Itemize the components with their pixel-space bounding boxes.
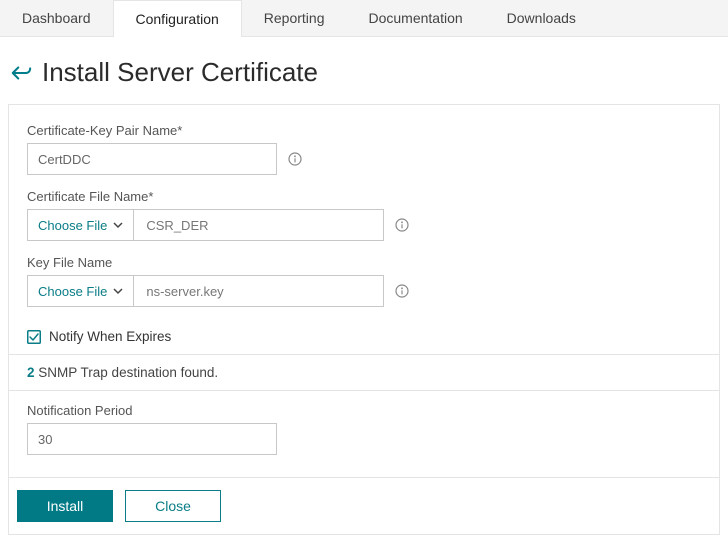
- chevron-down-icon: [113, 286, 123, 296]
- snmp-count: 2: [27, 365, 35, 380]
- cert-file-name[interactable]: CSR_DER: [134, 209, 384, 241]
- close-button[interactable]: Close: [125, 490, 221, 522]
- form-footer: Install Close: [9, 477, 719, 534]
- snmp-status-row: 2 SNMP Trap destination found.: [9, 355, 719, 390]
- page-title: Install Server Certificate: [42, 57, 318, 88]
- tab-configuration[interactable]: Configuration: [113, 0, 242, 37]
- notification-period-input[interactable]: [27, 423, 277, 455]
- notification-period-label: Notification Period: [27, 403, 701, 418]
- key-file-label: Key File Name: [27, 255, 701, 270]
- info-icon[interactable]: [394, 283, 410, 299]
- key-file-name[interactable]: ns-server.key: [134, 275, 384, 307]
- top-tabs: Dashboard Configuration Reporting Docume…: [0, 0, 728, 37]
- install-button[interactable]: Install: [17, 490, 113, 522]
- snmp-text: SNMP Trap destination found.: [38, 365, 218, 380]
- tab-dashboard[interactable]: Dashboard: [0, 0, 113, 36]
- info-icon[interactable]: [394, 217, 410, 233]
- form-panel: Certificate-Key Pair Name* Certificate F…: [8, 104, 720, 535]
- cert-key-pair-input[interactable]: [27, 143, 277, 175]
- notify-expires-checkbox[interactable]: [27, 330, 41, 344]
- tab-downloads[interactable]: Downloads: [485, 0, 598, 36]
- chevron-down-icon: [113, 220, 123, 230]
- key-file-choose-button[interactable]: Choose File: [27, 275, 134, 307]
- tab-reporting[interactable]: Reporting: [242, 0, 347, 36]
- page-header: Install Server Certificate: [6, 51, 722, 104]
- back-arrow-icon[interactable]: [10, 62, 32, 84]
- info-icon[interactable]: [287, 151, 303, 167]
- cert-key-pair-label: Certificate-Key Pair Name*: [27, 123, 701, 138]
- cert-file-label: Certificate File Name*: [27, 189, 701, 204]
- cert-file-choose-button[interactable]: Choose File: [27, 209, 134, 241]
- notify-expires-label: Notify When Expires: [49, 329, 171, 344]
- choose-file-label: Choose File: [38, 218, 107, 233]
- choose-file-label: Choose File: [38, 284, 107, 299]
- tab-documentation[interactable]: Documentation: [346, 0, 484, 36]
